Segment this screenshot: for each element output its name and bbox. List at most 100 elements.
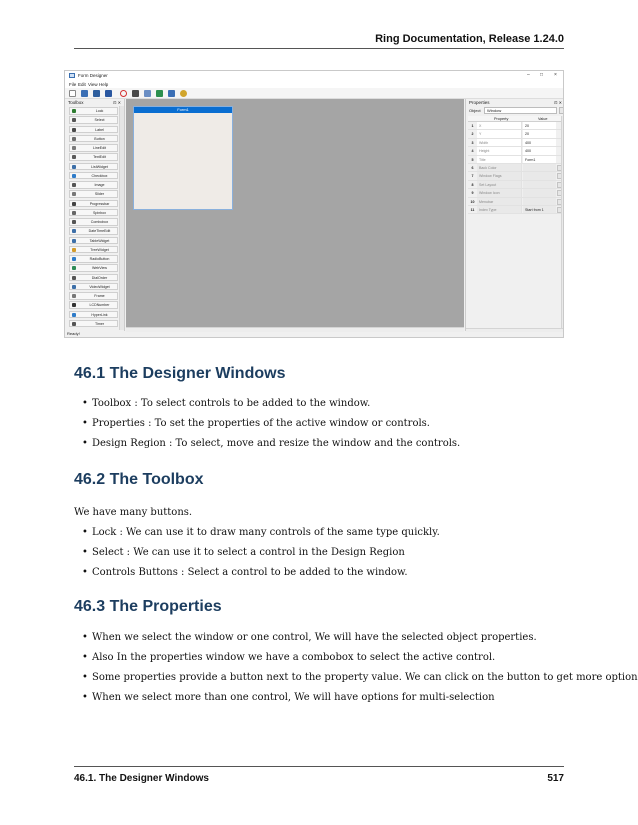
save-as-icon[interactable] bbox=[105, 90, 112, 97]
object-label: Object bbox=[469, 108, 481, 113]
property-value[interactable] bbox=[523, 172, 556, 180]
dock-icon[interactable] bbox=[168, 90, 175, 97]
property-index: 8 bbox=[471, 182, 474, 187]
image-icon bbox=[72, 183, 76, 187]
run-icon[interactable] bbox=[132, 90, 139, 97]
property-value[interactable]: 20 bbox=[523, 122, 556, 130]
toolbox-item-listwidget[interactable]: ListWidget bbox=[69, 162, 118, 171]
toolbox-item-webview[interactable]: WebView bbox=[69, 264, 118, 272]
property-row[interactable]: 6 Back Color bbox=[468, 163, 562, 173]
toolbox-item-slider[interactable]: Slider bbox=[69, 190, 118, 198]
toolbox-item-button[interactable]: Button bbox=[69, 134, 118, 143]
toolbox-item-label: Progressbar bbox=[89, 201, 110, 206]
property-value[interactable] bbox=[523, 197, 556, 205]
toolbox-item-videowidget[interactable]: VideoWidget bbox=[69, 282, 118, 291]
radio-icon bbox=[72, 257, 76, 261]
object-selector-row: Object Window bbox=[468, 107, 563, 114]
menu-help[interactable]: Help bbox=[99, 82, 108, 87]
maximize-button[interactable]: □ bbox=[540, 72, 543, 78]
toolbox-item-progressbar[interactable]: Progressbar bbox=[69, 199, 118, 208]
menu-file[interactable]: File bbox=[69, 82, 76, 87]
property-name: Set Layout bbox=[477, 180, 522, 189]
property-value[interactable] bbox=[523, 163, 556, 172]
object-options-button[interactable] bbox=[559, 107, 563, 114]
property-value[interactable]: 20 bbox=[523, 130, 556, 138]
form-designer-screenshot: Form Designer – □ × File Edit View Help … bbox=[64, 70, 564, 338]
toolbox-item-lineedit[interactable]: LineEdit bbox=[69, 144, 118, 152]
property-value[interactable]: 400 bbox=[523, 138, 556, 147]
property-row[interactable]: 10 Menubar bbox=[468, 197, 562, 206]
toolbox-item-label: LineEdit bbox=[93, 146, 106, 150]
stop-icon[interactable] bbox=[120, 90, 127, 97]
property-row[interactable]: 2 Y 20 bbox=[468, 130, 561, 139]
menu-bar: File Edit View Help bbox=[65, 81, 563, 88]
toolbox-scrollbar[interactable] bbox=[119, 106, 124, 330]
toolbox-item-hyperlink[interactable]: HyperLink bbox=[69, 310, 118, 319]
hyperlink-icon bbox=[72, 312, 76, 317]
toolbox-item-frame[interactable]: Frame bbox=[69, 292, 118, 300]
toolbox-item-checkbox[interactable]: Checkbox bbox=[69, 171, 118, 180]
properties-dock-controls[interactable]: ⊡ ✕ bbox=[554, 100, 562, 105]
toolbox-item-textedit[interactable]: TextEdit bbox=[69, 153, 118, 161]
toolbox-item-lock[interactable]: Lock bbox=[69, 107, 118, 115]
minimize-button[interactable]: – bbox=[527, 72, 530, 78]
property-value[interactable]: Form1 bbox=[523, 155, 556, 163]
form-title: Form1 bbox=[134, 107, 232, 113]
property-row[interactable]: 3 Width 400 bbox=[468, 138, 561, 148]
toolbox-item-radiobutton[interactable]: RadioButton bbox=[69, 255, 118, 263]
property-row[interactable]: 7 Window Flags bbox=[468, 172, 562, 181]
object-combobox[interactable]: Window bbox=[484, 107, 557, 114]
page-number: 517 bbox=[547, 773, 564, 784]
properties-rows: 1 X 20 2 Y 20 3 Width 400 4 Height 400 5 Title Form1 6 B… bbox=[468, 122, 562, 215]
toolbox-item-datetimeedit[interactable]: DateTimeEdit bbox=[69, 227, 118, 235]
property-row[interactable]: 4 Height 400 bbox=[468, 147, 561, 156]
palette-icon[interactable] bbox=[180, 90, 187, 97]
toolbox-dock-controls[interactable]: ⊡ ✕ bbox=[113, 100, 121, 105]
property-name: X bbox=[477, 122, 522, 130]
design-horizontal-scrollbar[interactable] bbox=[126, 327, 464, 332]
property-row[interactable]: 11 Index Type Start from 1 bbox=[468, 205, 562, 215]
toolbox-item-image[interactable]: Image bbox=[69, 181, 118, 189]
list-item: Also In the properties window we have a … bbox=[82, 652, 562, 672]
property-row[interactable]: 9 Window Icon bbox=[468, 189, 562, 198]
toolbox-item-spinbox[interactable]: Spinbox bbox=[69, 208, 118, 217]
property-index: 6 bbox=[471, 165, 474, 170]
properties-header: Properties ⊡ ✕ bbox=[466, 99, 563, 106]
running-header: Ring Documentation, Release 1.24.0 bbox=[375, 33, 564, 45]
properties-horizontal-scrollbar[interactable] bbox=[466, 328, 563, 332]
property-row[interactable]: 5 Title Form1 bbox=[468, 155, 561, 164]
toolbox-item-dialorder[interactable]: DialOrder bbox=[69, 273, 118, 282]
menu-edit[interactable]: Edit bbox=[78, 82, 86, 87]
save-icon[interactable] bbox=[93, 90, 100, 97]
property-row[interactable]: 1 X 20 bbox=[468, 122, 561, 131]
toolbox-item-label: Lock bbox=[95, 109, 104, 113]
property-index: 5 bbox=[471, 157, 474, 162]
menu-view[interactable]: View bbox=[88, 82, 98, 87]
frame-icon bbox=[72, 294, 76, 298]
toolbox-item-label: VideoWidget bbox=[89, 284, 110, 289]
toolbox-item-select[interactable]: Select bbox=[69, 116, 118, 124]
property-value[interactable] bbox=[523, 189, 556, 197]
close-button[interactable]: × bbox=[554, 72, 557, 78]
lcd-icon bbox=[72, 303, 76, 308]
property-name: Back Color bbox=[477, 163, 522, 172]
property-value[interactable] bbox=[523, 180, 556, 189]
property-row[interactable]: 8 Set Layout bbox=[468, 180, 562, 190]
toolbox-item-label: Label bbox=[95, 127, 104, 132]
tree-icon[interactable] bbox=[156, 90, 163, 97]
toolbox-item-treewidget[interactable]: TreeWidget bbox=[69, 245, 118, 254]
toolbox-item-timer[interactable]: Timer bbox=[69, 319, 118, 328]
property-value[interactable]: Start from 1 bbox=[523, 205, 556, 214]
form-icon[interactable] bbox=[144, 90, 151, 97]
new-file-icon[interactable] bbox=[69, 90, 76, 97]
toolbox-item-tablewidget[interactable]: TableWidget bbox=[69, 236, 118, 245]
open-folder-icon[interactable] bbox=[81, 90, 88, 97]
designed-form-window[interactable]: Form1 bbox=[133, 106, 233, 210]
toolbox-item-combobox[interactable]: Combobox bbox=[69, 218, 118, 226]
toolbox-item-label: HyperLink bbox=[91, 312, 108, 317]
properties-scrollbar[interactable] bbox=[561, 116, 563, 329]
property-value[interactable]: 400 bbox=[523, 147, 556, 155]
property-name: Y bbox=[477, 130, 522, 138]
toolbox-item-lcdnumber[interactable]: LCDNumber bbox=[69, 301, 118, 309]
toolbox-item-label[interactable]: Label bbox=[69, 125, 118, 134]
